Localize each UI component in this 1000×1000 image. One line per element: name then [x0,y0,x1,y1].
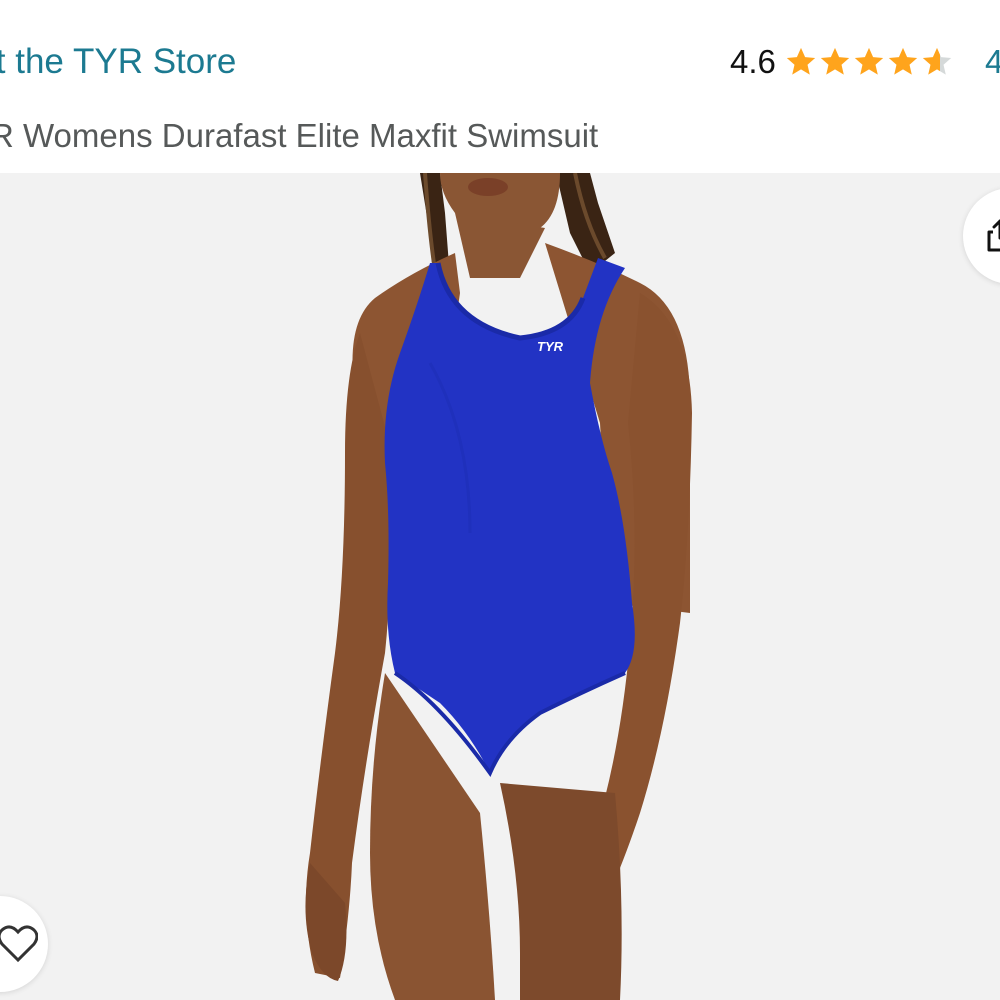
product-logo-text: TYR [537,339,564,354]
heart-icon [0,925,38,963]
review-count-link[interactable]: 4 [985,38,1000,86]
star-icon [786,47,816,75]
product-title: R Womens Durafast Elite Maxfit Swimsuit [0,117,599,154]
star-icon [820,47,850,75]
product-image-gallery[interactable]: TYR [0,173,1000,1000]
star-icon [854,47,884,75]
visit-store-link[interactable]: it the TYR Store [0,38,236,86]
product-page: it the TYR Store 4.6 4 R Womens Durafast… [0,0,1000,1000]
share-icon [987,219,1000,252]
rating-summary[interactable]: 4.6 [730,38,954,86]
product-image: TYR [0,173,1000,1000]
star-rating [784,45,954,79]
star-icon [888,47,918,75]
rating-value: 4.6 [730,43,776,80]
half-star-icon [922,47,952,75]
